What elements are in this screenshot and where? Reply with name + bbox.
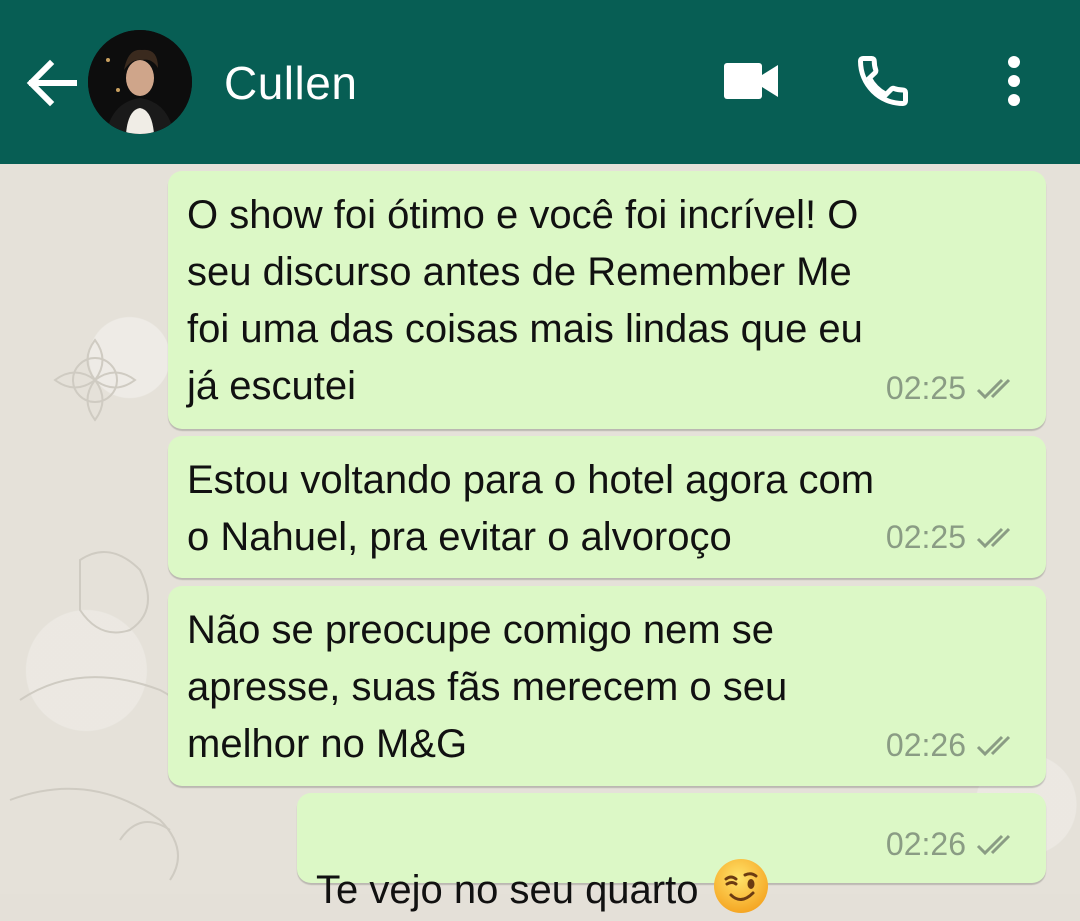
winking-face-emoji-icon <box>714 859 769 914</box>
more-vertical-icon <box>1008 56 1020 106</box>
double-check-icon <box>976 527 1011 548</box>
message-text: Não se preocupe comigo nem se apresse, s… <box>187 608 788 766</box>
chat-header: Cullen <box>0 0 1080 164</box>
double-check-icon <box>976 735 1011 756</box>
message-bubble[interactable]: O show foi ótimo e você foi incrível! O … <box>168 171 1046 429</box>
voice-call-button[interactable] <box>848 48 918 114</box>
message-text-row: Te vejo no seu quarto <box>316 805 770 921</box>
video-call-button[interactable] <box>716 48 786 114</box>
avatar-photo <box>88 30 192 134</box>
more-options-button[interactable] <box>990 48 1038 114</box>
phone-icon <box>857 56 908 107</box>
message-bubble[interactable]: Estou voltando para o hotel agora com o … <box>168 436 1046 578</box>
back-button[interactable] <box>22 50 82 116</box>
message-meta: 02:25 <box>886 360 1020 417</box>
message-meta: 02:26 <box>886 717 1020 774</box>
video-camera-icon <box>724 63 778 99</box>
avatar[interactable] <box>88 30 192 134</box>
message-text: Estou voltando para o hotel agora com o … <box>187 458 875 559</box>
message-time: 02:25 <box>885 519 966 555</box>
message-time: 02:26 <box>885 826 966 862</box>
message-time: 02:25 <box>885 370 966 406</box>
message-meta: 02:26 <box>886 816 1020 873</box>
message-meta: 02:25 <box>886 509 1020 566</box>
message-bubble[interactable]: Te vejo no seu quarto 02:26 <box>297 793 1046 914</box>
message-text: O show foi ótimo e você foi incrível! O … <box>187 193 863 408</box>
message-text: Te vejo no seu quarto <box>316 868 699 912</box>
message-bubble[interactable]: Não se preocupe comigo nem se apresse, s… <box>168 586 1046 786</box>
double-check-icon <box>976 378 1011 399</box>
arrow-left-icon <box>26 59 77 107</box>
contact-name[interactable]: Cullen <box>224 56 357 110</box>
message-time: 02:26 <box>885 727 966 763</box>
double-check-icon <box>976 834 1011 855</box>
